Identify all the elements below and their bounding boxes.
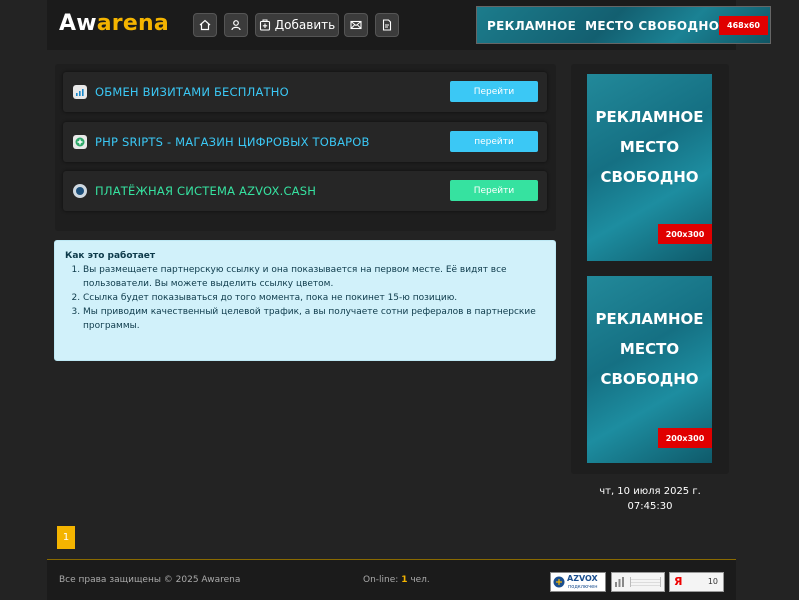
side-ad-line: РЕКЛАМНОЕ xyxy=(595,108,704,126)
visitor-counter[interactable] xyxy=(611,572,665,592)
go-button[interactable]: Перейти xyxy=(450,81,538,102)
documents-button[interactable] xyxy=(375,13,399,37)
current-date: чт, 10 июля 2025 г. xyxy=(599,486,701,497)
side-ad-size-badge: 200x300 xyxy=(658,224,712,244)
online-prefix: On-line: xyxy=(363,575,399,585)
side-ad-line: МЕСТО xyxy=(619,138,680,156)
yandex-icon: Я xyxy=(674,575,683,588)
profile-button[interactable] xyxy=(224,13,248,37)
side-ad-line: РЕКЛАМНОЕ xyxy=(595,310,704,328)
chart-counter-icon xyxy=(615,577,624,587)
list-item: Ссылка будет показываться до того момент… xyxy=(83,291,545,305)
how-it-works-title: Как это работает xyxy=(65,251,156,261)
go-button[interactable]: перейти xyxy=(450,131,538,152)
side-ad-line: СВОБОДНО xyxy=(600,168,699,186)
side-ads-panel: РЕКЛАМНОЕ МЕСТО СВОБОДНО 200x300 РЕКЛАМН… xyxy=(571,64,729,474)
online-count: 1 xyxy=(401,575,408,585)
top-ad-size-badge: 468x60 xyxy=(719,16,768,35)
counter-bars xyxy=(630,577,661,587)
link-row: ПЛАТЁЖНАЯ СИСТЕМА AZVOX.CASH Перейти xyxy=(63,171,547,211)
how-it-works-list: Вы размещаете партнерскую ссылку и она п… xyxy=(65,263,545,333)
add-button-label: Добавить xyxy=(274,18,336,32)
signal-icon xyxy=(73,85,87,99)
plus-icon xyxy=(73,135,87,149)
pagination-page-current[interactable]: 1 xyxy=(57,526,75,549)
online-suffix: чел. xyxy=(410,575,430,585)
copyright: Все права защищены © 2025 Awarena xyxy=(59,575,241,585)
link-row: ОБМЕН ВИЗИТАМИ БЕСПЛАТНО Перейти xyxy=(63,72,547,112)
user-icon xyxy=(231,20,241,31)
yandex-count: 10 xyxy=(707,577,718,586)
footer: Все права защищены © 2025 Awarena On-lin… xyxy=(47,559,736,600)
side-ad-size-badge: 200x300 xyxy=(658,428,712,448)
azvox-logo-icon xyxy=(553,576,565,588)
header: Awarena Добавить РЕКЛАМНОЕ МЕСТО СВОБОДН… xyxy=(47,0,771,50)
top-ad-text: РЕКЛАМНОЕ МЕСТО СВОБОДНО xyxy=(487,19,720,33)
messages-button[interactable] xyxy=(344,13,368,37)
home-icon xyxy=(199,19,211,31)
logo-part2: arena xyxy=(96,11,169,36)
how-it-works-box: Как это работает Вы размещаете партнерск… xyxy=(54,240,556,361)
yandex-counter[interactable]: Я 10 xyxy=(669,572,724,592)
document-icon xyxy=(382,19,392,31)
top-ad-banner[interactable]: РЕКЛАМНОЕ МЕСТО СВОБОДНО 468x60 xyxy=(476,6,771,44)
side-ad-banner[interactable]: РЕКЛАМНОЕ МЕСТО СВОБОДНО 200x300 xyxy=(587,276,712,463)
online-counter: On-line: 1 чел. xyxy=(363,575,430,585)
azvox-sub: подключен xyxy=(568,584,598,590)
circle-icon xyxy=(73,184,87,198)
link-label[interactable]: ОБМЕН ВИЗИТАМИ БЕСПЛАТНО xyxy=(95,85,289,99)
list-item: Мы приводим качественный целевой трафик,… xyxy=(83,305,545,333)
logo[interactable]: Awarena xyxy=(59,11,169,36)
side-ad-text: РЕКЛАМНОЕ МЕСТО СВОБОДНО xyxy=(587,102,712,192)
logo-part1: Aw xyxy=(59,11,97,36)
side-ad-banner[interactable]: РЕКЛАМНОЕ МЕСТО СВОБОДНО 200x300 xyxy=(587,74,712,261)
links-panel: ОБМЕН ВИЗИТАМИ БЕСПЛАТНО Перейти PHP SRI… xyxy=(55,64,556,231)
mail-icon xyxy=(350,20,362,30)
azvox-badge[interactable]: AZVOX подключен xyxy=(550,572,606,592)
side-ad-line: СВОБОДНО xyxy=(600,370,699,388)
current-time: 07:45:30 xyxy=(627,501,673,512)
side-ad-line: МЕСТО xyxy=(619,340,680,358)
link-label[interactable]: PHP SRIPTS - МАГАЗИН ЦИФРОВЫХ ТОВАРОВ xyxy=(95,135,370,149)
list-item: Вы размещаете партнерскую ссылку и она п… xyxy=(83,263,545,291)
home-button[interactable] xyxy=(193,13,217,37)
add-icon xyxy=(259,19,270,31)
go-button[interactable]: Перейти xyxy=(450,180,538,201)
link-label[interactable]: ПЛАТЁЖНАЯ СИСТЕМА AZVOX.CASH xyxy=(95,184,316,198)
link-row: PHP SRIPTS - МАГАЗИН ЦИФРОВЫХ ТОВАРОВ пе… xyxy=(63,122,547,162)
add-button[interactable]: Добавить xyxy=(255,13,339,37)
azvox-label: AZVOX xyxy=(567,574,598,583)
side-ad-text: РЕКЛАМНОЕ МЕСТО СВОБОДНО xyxy=(587,304,712,394)
